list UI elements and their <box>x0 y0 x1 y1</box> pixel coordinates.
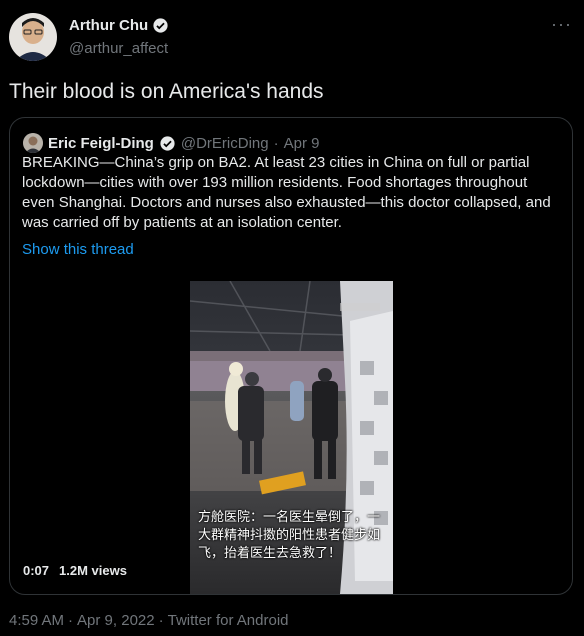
verified-badge-icon <box>153 18 168 33</box>
quoted-avatar <box>23 133 43 153</box>
more-horizontal-icon[interactable]: ··· <box>551 14 572 35</box>
author-handle[interactable]: @arthur_affect <box>69 40 168 57</box>
quoted-text: BREAKING—China’s grip on BA2. At least 2… <box>22 154 551 231</box>
quoted-tweet[interactable]: Eric Feigl-Ding @DrEricDing · Apr 9 BREA… <box>9 117 573 595</box>
tweet-date[interactable]: Apr 9, 2022 <box>77 612 155 629</box>
tweet-meta: 4:59 AM · Apr 9, 2022 · Twitter for Andr… <box>9 612 289 629</box>
tweet-time[interactable]: 4:59 AM <box>9 612 64 629</box>
video-views: 1.2M views <box>59 563 127 578</box>
separator-dot: · <box>158 612 164 629</box>
verified-badge-icon <box>160 135 175 151</box>
tweet-source[interactable]: Twitter for Android <box>168 612 289 629</box>
quoted-date: Apr 9 <box>283 134 320 152</box>
quoted-name: Eric Feigl-Ding <box>48 134 154 152</box>
author-avatar[interactable] <box>9 13 57 61</box>
video-duration: 0:07 <box>23 563 50 578</box>
tweet-text: Their blood is on America's hands <box>9 80 324 103</box>
video-player[interactable]: 方舱医院：一名医生晕倒了，一大群精神抖擞的阳性患者健步如飞，抬着医生去急救了！ <box>190 281 393 594</box>
quoted-handle: @DrEricDing <box>180 134 269 152</box>
author-name[interactable]: Arthur Chu <box>69 17 148 34</box>
separator-dot: · <box>273 134 279 152</box>
separator-dot: · <box>68 612 74 629</box>
show-thread-link[interactable]: Show this thread <box>22 241 134 258</box>
video-caption: 方舱医院：一名医生晕倒了，一大群精神抖擞的阳性患者健步如飞，抬着医生去急救了！ <box>198 510 381 561</box>
